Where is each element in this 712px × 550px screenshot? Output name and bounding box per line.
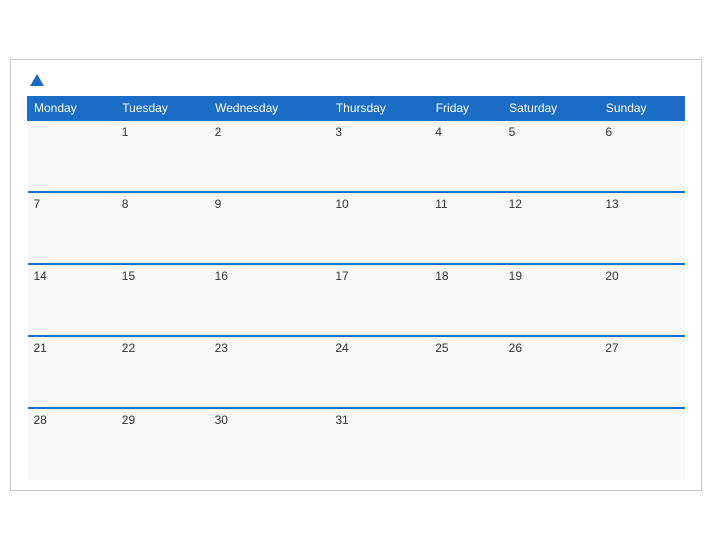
logo-triangle-icon xyxy=(30,74,44,86)
day-number: 8 xyxy=(122,197,129,211)
week-row-3: 21 22 23 24 25 26 27 xyxy=(28,336,685,408)
calendar-cell: 22 xyxy=(116,336,209,408)
day-number: 17 xyxy=(335,269,348,283)
day-number: 1 xyxy=(122,125,129,139)
calendar-cell: 15 xyxy=(116,264,209,336)
calendar-cell: 25 xyxy=(429,336,502,408)
day-number: 5 xyxy=(509,125,516,139)
calendar-cell: 17 xyxy=(329,264,429,336)
weekday-header-tuesday: Tuesday xyxy=(116,97,209,121)
day-number: 30 xyxy=(215,413,228,427)
calendar-cell: 28 xyxy=(28,408,116,480)
calendar-cell: 30 xyxy=(209,408,330,480)
day-number: 19 xyxy=(509,269,522,283)
day-number: 2 xyxy=(215,125,222,139)
day-number: 3 xyxy=(335,125,342,139)
day-number: 11 xyxy=(435,197,447,211)
weekday-header-wednesday: Wednesday xyxy=(209,97,330,121)
calendar: MondayTuesdayWednesdayThursdayFridaySatu… xyxy=(10,59,702,491)
calendar-cell: 24 xyxy=(329,336,429,408)
day-number: 31 xyxy=(335,413,348,427)
week-row-2: 14 15 16 17 18 19 20 xyxy=(28,264,685,336)
day-number: 15 xyxy=(122,269,135,283)
weekday-header-thursday: Thursday xyxy=(329,97,429,121)
calendar-cell: 2 xyxy=(209,120,330,192)
calendar-cell xyxy=(599,408,684,480)
calendar-cell: 1 xyxy=(116,120,209,192)
calendar-cell: 16 xyxy=(209,264,330,336)
week-row-4: 28 29 30 31 xyxy=(28,408,685,480)
day-number: 6 xyxy=(605,125,612,139)
calendar-cell: 7 xyxy=(28,192,116,264)
day-number: 10 xyxy=(335,197,348,211)
calendar-cell: 29 xyxy=(116,408,209,480)
calendar-cell xyxy=(429,408,502,480)
weekday-header-saturday: Saturday xyxy=(503,97,600,121)
calendar-cell: 10 xyxy=(329,192,429,264)
calendar-cell: 12 xyxy=(503,192,600,264)
calendar-cell: 4 xyxy=(429,120,502,192)
week-row-0: 1 2 3 4 5 6 xyxy=(28,120,685,192)
calendar-cell xyxy=(28,120,116,192)
calendar-cell xyxy=(503,408,600,480)
day-number: 28 xyxy=(34,413,47,427)
day-number: 21 xyxy=(34,341,47,355)
day-number: 26 xyxy=(509,341,522,355)
weekday-header-row: MondayTuesdayWednesdayThursdayFridaySatu… xyxy=(28,97,685,121)
day-number: 24 xyxy=(335,341,348,355)
calendar-cell: 13 xyxy=(599,192,684,264)
day-number: 16 xyxy=(215,269,228,283)
calendar-cell: 31 xyxy=(329,408,429,480)
calendar-cell: 27 xyxy=(599,336,684,408)
calendar-cell: 6 xyxy=(599,120,684,192)
day-number: 7 xyxy=(34,197,41,211)
week-row-1: 7 8 9 10 11 12 13 xyxy=(28,192,685,264)
day-number: 25 xyxy=(435,341,448,355)
calendar-cell: 20 xyxy=(599,264,684,336)
calendar-cell: 14 xyxy=(28,264,116,336)
day-number: 13 xyxy=(605,197,618,211)
calendar-cell: 5 xyxy=(503,120,600,192)
logo xyxy=(27,76,44,86)
day-number: 18 xyxy=(435,269,448,283)
calendar-cell: 18 xyxy=(429,264,502,336)
weekday-header-monday: Monday xyxy=(28,97,116,121)
calendar-thead: MondayTuesdayWednesdayThursdayFridaySatu… xyxy=(28,97,685,121)
calendar-cell: 26 xyxy=(503,336,600,408)
day-number: 27 xyxy=(605,341,618,355)
day-number: 22 xyxy=(122,341,135,355)
day-number: 14 xyxy=(34,269,47,283)
calendar-cell: 23 xyxy=(209,336,330,408)
day-number: 23 xyxy=(215,341,228,355)
calendar-cell: 11 xyxy=(429,192,502,264)
weekday-header-friday: Friday xyxy=(429,97,502,121)
calendar-cell: 3 xyxy=(329,120,429,192)
weekday-header-sunday: Sunday xyxy=(599,97,684,121)
day-number: 4 xyxy=(435,125,442,139)
calendar-header xyxy=(27,76,685,86)
day-number: 29 xyxy=(122,413,135,427)
calendar-body: 1234567891011121314151617181920212223242… xyxy=(28,120,685,480)
calendar-table: MondayTuesdayWednesdayThursdayFridaySatu… xyxy=(27,96,685,480)
calendar-cell: 9 xyxy=(209,192,330,264)
calendar-cell: 19 xyxy=(503,264,600,336)
day-number: 20 xyxy=(605,269,618,283)
calendar-cell: 8 xyxy=(116,192,209,264)
day-number: 12 xyxy=(509,197,522,211)
calendar-cell: 21 xyxy=(28,336,116,408)
day-number: 9 xyxy=(215,197,222,211)
